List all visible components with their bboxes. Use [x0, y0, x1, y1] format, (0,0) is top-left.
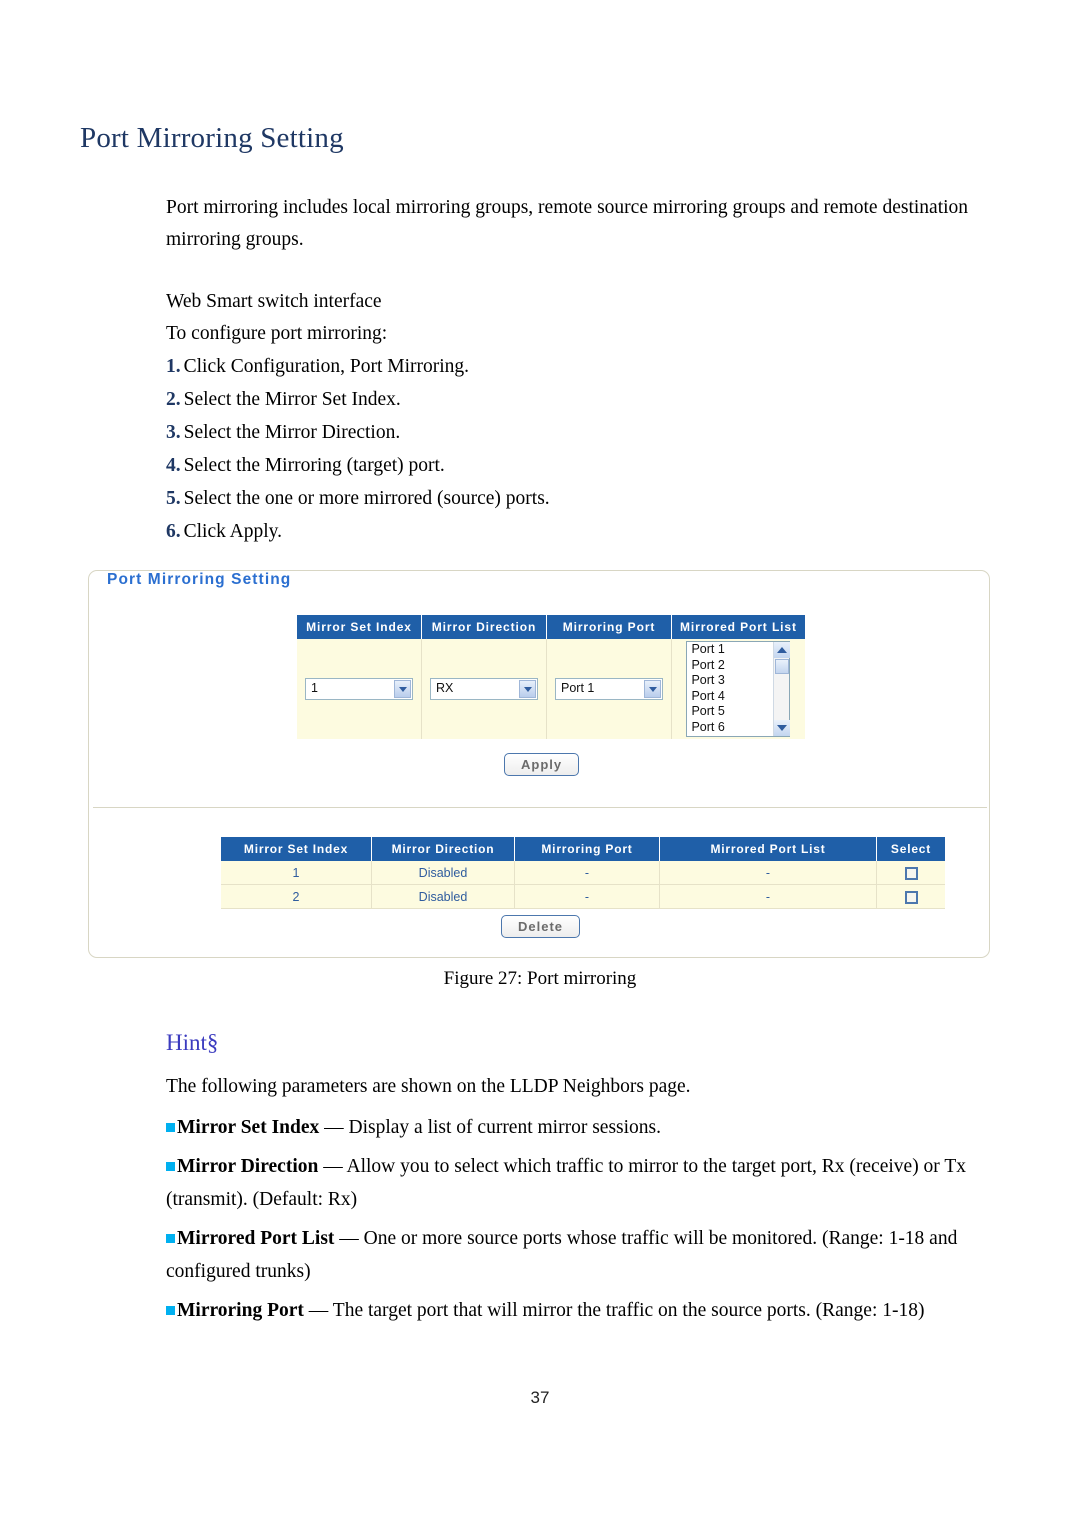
step-item-6: 6. Click Apply. — [166, 515, 1014, 548]
hint-title: Hint§ — [166, 1030, 219, 1055]
step-number-3: 3. — [166, 422, 181, 443]
port-mirroring-panel: Port Mirroring Setting Mirror Set Index … — [88, 570, 990, 958]
col-header-mirroring-port: Mirroring Port — [514, 837, 660, 861]
cell-mirrored-port-list: - — [659, 861, 877, 885]
hint-term-1: Mirror Set Index — [177, 1117, 320, 1138]
chevron-down-icon[interactable] — [519, 680, 536, 698]
mirroring-port-select[interactable]: Port 1 — [555, 678, 663, 700]
col-header-mirror-set-index: Mirror Set Index — [297, 615, 422, 639]
cell-mirroring-port: Port 1 — [546, 639, 672, 739]
step-number-6: 6. — [166, 521, 181, 542]
step-text-3: Select the Mirror Direction. — [183, 422, 401, 443]
hint-section: Hint§ The following parameters are shown… — [166, 1030, 1014, 1333]
col-header-mirroring-port: Mirroring Port — [546, 615, 672, 639]
cell-mirroring-port: - — [514, 884, 660, 909]
cell-direction: Disabled — [371, 884, 515, 909]
step-text-4: Select the Mirroring (target) port. — [183, 455, 445, 476]
hint-lead-text: The following parameters are shown on th… — [166, 1076, 691, 1097]
cell-mirror-direction: RX — [421, 639, 547, 739]
hint-bullet-3: Mirrored Port List — One or more source … — [166, 1222, 1014, 1288]
cell-direction: Disabled — [371, 861, 515, 885]
col-header-select: Select — [876, 837, 945, 861]
hint-desc-1: — Display a list of current mirror sessi… — [319, 1117, 662, 1138]
hint-term-3: Mirrored Port List — [177, 1228, 335, 1249]
cell-index: 1 — [221, 861, 372, 885]
mirror-direction-select[interactable]: RX — [430, 678, 538, 700]
bullet-square-icon — [166, 1306, 175, 1315]
col-header-mirror-direction: Mirror Direction — [421, 615, 547, 639]
step-item-1: 1. Click Configuration, Port Mirroring. — [166, 350, 1014, 383]
page-number: 37 — [530, 1388, 550, 1407]
intro-paragraph: Port mirroring includes local mirroring … — [166, 197, 969, 250]
hint-term-4: Mirroring Port — [177, 1300, 304, 1321]
scrollbar-thumb[interactable] — [775, 659, 790, 674]
table-header-row: Mirror Set Index Mirror Direction Mirror… — [221, 837, 945, 861]
cell-mirrored-port-list: Port 1 Port 2 Port 3 Port 4 Port 5 Port … — [671, 639, 805, 739]
hint-bullet-2: Mirror Direction — Allow you to select w… — [166, 1150, 1014, 1216]
bullet-square-icon — [166, 1234, 175, 1243]
select-checkbox[interactable] — [904, 866, 918, 880]
mirroring-port-value: Port 1 — [561, 681, 595, 695]
hint-term-2: Mirror Direction — [177, 1156, 319, 1177]
hint-desc-4: — The target port that will mirror the t… — [303, 1300, 925, 1321]
bullet-square-icon — [166, 1123, 175, 1132]
step-number-4: 4. — [166, 455, 181, 476]
step-text-2: Select the Mirror Set Index. — [183, 389, 401, 410]
cell-mirroring-port: - — [514, 861, 660, 885]
step-number-2: 2. — [166, 389, 181, 410]
step-item-2: 2. Select the Mirror Set Index. — [166, 383, 1014, 416]
table-row: 1 Disabled - - — [221, 861, 945, 885]
step-item-3: 3. Select the Mirror Direction. — [166, 416, 1014, 449]
cell-index: 2 — [221, 884, 372, 909]
cell-select — [876, 884, 945, 909]
cell-mirrored-port-list: - — [659, 884, 877, 909]
select-checkbox[interactable] — [904, 890, 918, 904]
mirror-sessions-table: Mirror Set Index Mirror Direction Mirror… — [221, 837, 945, 909]
col-header-mirror-set-index: Mirror Set Index — [221, 837, 372, 861]
delete-button[interactable]: Delete — [501, 915, 581, 938]
cell-select — [876, 861, 945, 885]
panel-legend: Port Mirroring Setting — [101, 571, 298, 589]
table-row: 1 RX Port 1 Port 1 Port 2 Port 3 Port 4 … — [297, 639, 805, 739]
step-text-6: Click Apply. — [183, 521, 283, 542]
step-text-1: Click Configuration, Port Mirroring. — [183, 356, 470, 377]
step-number-1: 1. — [166, 356, 181, 377]
body-text-column: Port mirroring includes local mirroring … — [166, 192, 1014, 548]
table-header-row: Mirror Set Index Mirror Direction Mirror… — [297, 615, 805, 639]
interface-line: Web Smart switch interface — [166, 291, 382, 312]
col-header-mirrored-port-list: Mirrored Port List — [659, 837, 877, 861]
mirror-set-index-select[interactable]: 1 — [305, 678, 413, 700]
col-header-mirrored-port-list: Mirrored Port List — [671, 615, 805, 639]
mirror-set-index-value: 1 — [311, 681, 318, 695]
step-item-4: 4. Select the Mirroring (target) port. — [166, 449, 1014, 482]
hint-bullet-1: Mirror Set Index — Display a list of cur… — [166, 1111, 1014, 1144]
step-text-5: Select the one or more mirrored (source)… — [183, 488, 550, 509]
page-title: Port Mirroring Setting — [80, 122, 344, 154]
instruction-lead: To configure port mirroring: — [166, 323, 388, 344]
mirror-direction-value: RX — [436, 681, 454, 695]
scroll-up-arrow-icon[interactable] — [774, 642, 791, 658]
scroll-down-arrow-icon[interactable] — [774, 720, 791, 736]
step-item-5: 5. Select the one or more mirrored (sourc… — [166, 482, 1014, 515]
chevron-down-icon[interactable] — [394, 680, 411, 698]
figure-caption: Figure 27: Port mirroring — [443, 968, 637, 989]
figure-port-mirroring: Port Mirroring Setting Mirror Set Index … — [88, 562, 992, 960]
listbox-scrollbar[interactable] — [773, 642, 791, 736]
apply-button[interactable]: Apply — [504, 753, 580, 776]
col-header-mirror-direction: Mirror Direction — [371, 837, 515, 861]
bullet-square-icon — [166, 1162, 175, 1171]
mirrored-port-list-listbox[interactable]: Port 1 Port 2 Port 3 Port 4 Port 5 Port … — [686, 641, 791, 737]
cell-mirror-set-index: 1 — [297, 639, 422, 739]
chevron-down-icon[interactable] — [644, 680, 661, 698]
hint-bullet-4: Mirroring Port — The target port that wi… — [166, 1294, 1014, 1327]
mirror-config-table: Mirror Set Index Mirror Direction Mirror… — [297, 615, 805, 739]
section-divider — [93, 807, 987, 808]
table-row: 2 Disabled - - — [221, 884, 945, 909]
step-number-5: 5. — [166, 488, 181, 509]
